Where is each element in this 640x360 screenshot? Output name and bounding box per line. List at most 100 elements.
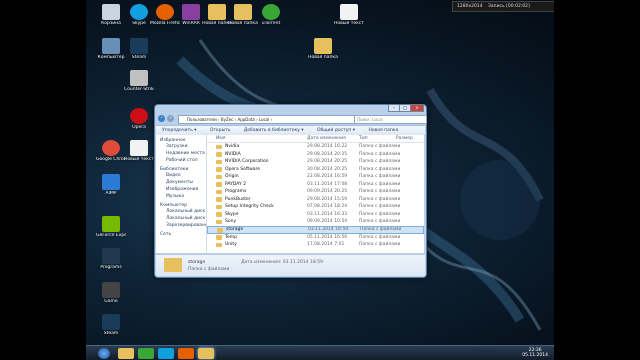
navigation-pane: Избранное Загрузки Недавние места Рабочи…	[156, 135, 207, 253]
nav-item-local-disk[interactable]: Локальный диск	[156, 215, 206, 222]
address-bar-row: ‹ › Пользователи › ByZec › AppData › Loc…	[158, 114, 427, 124]
computer-shortcut-icon[interactable]: Компьютер	[96, 38, 126, 72]
aimp-shortcut-icon[interactable]: AIMP	[96, 174, 126, 208]
programs-shortcut-icon[interactable]: Programs	[96, 248, 126, 282]
recorder-status: Запись [00:02:02]	[488, 4, 530, 9]
column-name[interactable]: Имя	[216, 135, 225, 142]
chrome-shortcut-icon[interactable]: Google Chrome	[96, 140, 126, 174]
nav-item-local-disk[interactable]: Локальный диск	[156, 208, 206, 215]
text-document-shortcut-icon[interactable]: Новый текстовый документ	[124, 140, 154, 174]
file-date: 29.08.2014 20:25	[307, 159, 348, 164]
text-document-shortcut-icon[interactable]: Новый текстовый	[334, 4, 364, 38]
utorrent-taskbar-icon[interactable]	[138, 348, 154, 359]
explorer-window[interactable]: – □ × ‹ › Пользователи › ByZec › AppData…	[154, 104, 427, 278]
clock-date: 05.11.2014	[522, 353, 548, 358]
start-button-icon[interactable]	[98, 348, 110, 359]
folder-icon	[216, 242, 222, 247]
file-name: Unity	[225, 242, 237, 247]
folder-icon	[164, 258, 182, 272]
system-clock[interactable]: 22:36 05.11.2014	[522, 348, 548, 358]
opera-shortcut-icon[interactable]: Opera	[124, 108, 154, 142]
screen-recorder-bar[interactable]: 1280x2014 Запись [00:02:02]	[452, 1, 560, 12]
desktop: 1280x2014 Запись [00:02:02] Корзина Skyp…	[0, 0, 640, 360]
file-date: 09.09.2014 20:25	[307, 189, 348, 194]
file-type: Папка с файлами	[359, 234, 401, 240]
file-row[interactable]: NVIDIA Corporation 29.08.2014 20:25 Папка …	[207, 158, 424, 166]
file-row[interactable]: storage 03.11.2014 16:59 Папка с файлами	[207, 225, 424, 234]
file-name: NVIDIA	[225, 151, 241, 157]
recorder-size: 1280x2014	[457, 4, 483, 9]
file-row[interactable]: Temp 05.11.2014 16:56 Папка с файлами	[207, 234, 424, 242]
firefox-taskbar-icon[interactable]	[178, 348, 194, 359]
file-name: PAYDAY 2	[225, 181, 247, 187]
nav-item-pictures[interactable]: Изображения	[156, 186, 206, 193]
file-type: Папка с файлами	[359, 196, 401, 202]
explorer-taskbar-icon[interactable]	[118, 348, 134, 359]
file-row[interactable]: Sony 09.09.2014 10:54 Папка с файлами	[207, 218, 424, 226]
file-row[interactable]: Unity 17.08.2014 7:01 Папка с файлами	[207, 241, 424, 249]
file-rows: Nvidia 29.08.2014 16:22 Папка с файлами NVI…	[207, 143, 424, 249]
file-type: Папка с файлами	[359, 144, 401, 149]
utorrent-shortcut-icon[interactable]: uTorrent	[256, 4, 286, 38]
column-date[interactable]: Дата изменения	[307, 135, 346, 142]
file-name: Opera Software	[225, 166, 261, 172]
steam-shortcut-icon[interactable]: Steam	[96, 314, 126, 348]
column-type[interactable]: Тип	[359, 135, 368, 142]
folder-taskbar-icon[interactable]	[198, 348, 214, 359]
address-path[interactable]: Пользователи › ByZec › AppData › Local ›	[178, 115, 358, 124]
file-name: NVIDIA Corporation	[225, 159, 269, 164]
file-row[interactable]: PunkBuster 29.08.2014 15:19 Папка с файлам…	[207, 196, 424, 204]
folder-shortcut-icon[interactable]: Новая папка	[228, 4, 258, 38]
file-row[interactable]: PAYDAY 2 03.11.2014 17:08 Папка с файлами	[207, 181, 424, 189]
nav-item-downloads[interactable]: Загрузки	[156, 143, 206, 150]
organize-button[interactable]: Упорядочить ▾	[162, 128, 196, 133]
nav-item-music[interactable]: Музыка	[156, 193, 206, 200]
file-date: 07.08.2014 18:24	[307, 204, 348, 209]
folder-icon	[216, 144, 222, 149]
file-row[interactable]: Skype 03.11.2014 16:33 Папка с файлами	[207, 211, 424, 219]
forward-arrow-icon[interactable]: ›	[167, 115, 174, 122]
recycle-bin-image	[102, 4, 120, 20]
close-button[interactable]: ×	[410, 105, 424, 112]
file-row[interactable]: Programs 09.09.2014 20:25 Папка с файлами	[207, 188, 424, 196]
column-size[interactable]: Размер	[396, 135, 413, 142]
file-row[interactable]: Opera Software 30.08.2014 20:25 Папка с фа…	[207, 166, 424, 174]
file-date: 29.08.2014 16:22	[307, 144, 348, 149]
file-name: Origin	[225, 174, 239, 179]
back-arrow-icon[interactable]: ‹	[158, 115, 165, 122]
geforce-experience-shortcut-icon[interactable]: GeForce Experience	[96, 216, 126, 250]
game-shortcut-icon[interactable]: Game	[96, 282, 126, 316]
folder-icon	[216, 197, 222, 202]
window-titlebar[interactable]: – □ ×	[155, 105, 426, 113]
nav-item-reserved[interactable]: Зарезервировано	[156, 222, 206, 229]
steam-shortcut-icon[interactable]: Steam	[124, 38, 154, 72]
file-type: Папка с файлами	[360, 226, 402, 232]
details-name: storage	[188, 260, 206, 265]
nav-item-video[interactable]: Видео	[156, 172, 206, 179]
nav-network[interactable]: Сеть	[156, 232, 206, 237]
file-row[interactable]: Nvidia 29.08.2014 16:22 Папка с файлами	[207, 143, 424, 151]
nav-item-desktop[interactable]: Рабочий стол	[156, 157, 206, 164]
file-name: Setup Integrity Check	[225, 204, 274, 209]
file-name: Nvidia	[225, 144, 240, 149]
file-type: Папка с файлами	[359, 159, 401, 164]
skype-taskbar-icon[interactable]	[158, 348, 174, 359]
folder-icon	[216, 189, 222, 194]
folder-icon	[217, 228, 223, 233]
taskbar: 22:36 05.11.2014	[0, 345, 640, 360]
file-row[interactable]: NVIDIA 29.08.2014 20:25 Папка с файлами	[207, 151, 424, 159]
recycle-bin-icon[interactable]: Корзина	[96, 4, 126, 38]
file-row[interactable]: Setup Integrity Check 07.08.2014 18:24 Пап…	[207, 203, 424, 211]
folder-icon	[216, 212, 222, 217]
counter-strike-shortcut-icon[interactable]: Counter-Strike	[124, 70, 154, 104]
folder-shortcut-icon[interactable]: Новая папка	[308, 38, 338, 72]
share-button[interactable]: Общий доступ ▾	[317, 128, 355, 133]
file-name: Programs	[225, 189, 247, 194]
nav-item-documents[interactable]: Документы	[156, 179, 206, 186]
file-row[interactable]: Origin 22.08.2014 16:59 Папка с файлами	[207, 173, 424, 181]
nav-item-recent-places[interactable]: Недавние места	[156, 150, 206, 157]
new-folder-button[interactable]: Новая папка	[369, 128, 399, 133]
search-input[interactable]: Поиск: Local	[354, 115, 427, 124]
open-button[interactable]: Открыть	[210, 128, 231, 133]
add-to-library-button[interactable]: Добавить в библиотеку ▾	[244, 128, 304, 133]
